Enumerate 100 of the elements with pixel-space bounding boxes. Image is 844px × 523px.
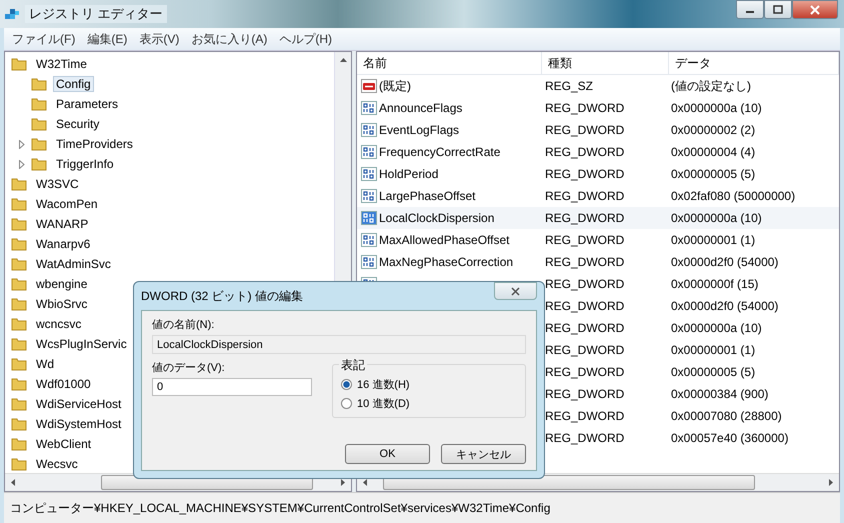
tree-item[interactable]: Wdf01000 bbox=[33, 376, 94, 392]
tree-item[interactable]: WdiServiceHost bbox=[33, 396, 124, 412]
radio-option[interactable]: 10 進数(D) bbox=[341, 396, 517, 411]
field-label: 値の名前(N): bbox=[152, 318, 216, 333]
radio-option[interactable]: 16 進数(H) bbox=[341, 377, 517, 392]
folder-icon bbox=[11, 197, 27, 211]
value-name[interactable]: LocalClockDispersion bbox=[379, 211, 494, 225]
maximize-button[interactable] bbox=[764, 0, 792, 19]
value-name[interactable]: MaxAllowedPhaseOffset bbox=[379, 233, 510, 247]
scroll-left-icon bbox=[363, 479, 367, 486]
value-name[interactable]: HoldPeriod bbox=[379, 167, 438, 181]
scroll-right-icon bbox=[829, 479, 833, 486]
value-type: REG_DWORD bbox=[544, 145, 626, 159]
expand-arrow-icon[interactable] bbox=[19, 140, 25, 148]
tree-item[interactable]: TimeProviders bbox=[53, 136, 136, 152]
value-type: REG_DWORD bbox=[544, 233, 626, 247]
value-type: REG_DWORD bbox=[544, 409, 626, 423]
folder-icon bbox=[31, 97, 47, 111]
tree-item[interactable]: WANARP bbox=[33, 216, 92, 232]
value-name[interactable]: MaxNegPhaseCorrection bbox=[379, 255, 514, 269]
value-name[interactable]: FrequencyCorrectRate bbox=[379, 145, 500, 159]
menu-item[interactable]: お気に入り(A) bbox=[191, 30, 268, 48]
value-type: REG_DWORD bbox=[544, 431, 626, 445]
menu-item[interactable]: ファイル(F) bbox=[12, 30, 76, 48]
value-name[interactable]: LargePhaseOffset bbox=[379, 189, 476, 203]
binary-value-icon bbox=[361, 122, 377, 138]
folder-icon bbox=[11, 377, 27, 391]
value-type: REG_DWORD bbox=[544, 255, 626, 269]
column-header[interactable]: 種類 bbox=[542, 52, 669, 74]
scroll-left-icon bbox=[11, 479, 15, 486]
value-type: REG_SZ bbox=[544, 79, 594, 93]
dialog-button[interactable]: キャンセル bbox=[441, 444, 526, 464]
tree-item[interactable]: W3SVC bbox=[33, 176, 82, 192]
folder-icon bbox=[11, 397, 27, 411]
value-row[interactable]: MaxAllowedPhaseOffset REG_DWORD 0x00000001 (1) bbox=[357, 229, 839, 251]
value-data: 0x00000004 (4) bbox=[670, 145, 756, 159]
value-row[interactable]: LocalClockDispersion REG_DWORD 0x0000000a (10) bbox=[357, 207, 839, 229]
group-label: 表記 bbox=[339, 357, 367, 374]
binary-value-icon bbox=[361, 254, 377, 270]
menu-item[interactable]: 編集(E) bbox=[87, 30, 128, 48]
close-button[interactable] bbox=[792, 0, 838, 19]
folder-icon bbox=[11, 437, 27, 451]
value-row[interactable]: HoldPeriod REG_DWORD 0x00000005 (5) bbox=[357, 163, 839, 185]
dialog-close-button[interactable] bbox=[494, 282, 537, 300]
tree-item[interactable]: WbioSrvc bbox=[33, 296, 90, 312]
binary-value-icon bbox=[361, 144, 377, 160]
value-type: REG_DWORD bbox=[544, 277, 626, 291]
value-name[interactable]: EventLogFlags bbox=[379, 123, 460, 137]
value-row[interactable]: AnnounceFlags REG_DWORD 0x0000000a (10) bbox=[357, 97, 839, 119]
value-data: 0x00057e40 (360000) bbox=[670, 431, 790, 445]
column-header[interactable]: データ bbox=[669, 52, 839, 74]
tree-item[interactable]: WcsPlugInServic bbox=[33, 336, 130, 352]
binary-value-icon bbox=[361, 100, 377, 116]
value-type: REG_DWORD bbox=[544, 189, 626, 203]
tree-item[interactable]: Wecsvc bbox=[33, 456, 81, 472]
tree-item[interactable]: Security bbox=[53, 116, 102, 132]
minimize-button[interactable] bbox=[736, 0, 764, 19]
menu-item[interactable]: ヘルプ(H) bbox=[279, 30, 332, 48]
tree-item[interactable]: wcncsvc bbox=[33, 316, 84, 332]
folder-icon bbox=[11, 177, 27, 191]
field-label: 値のデータ(V): bbox=[152, 361, 226, 376]
expand-arrow-icon[interactable] bbox=[19, 160, 25, 168]
tree-item[interactable]: Wanarpv6 bbox=[33, 236, 94, 252]
value-row[interactable]: MaxNegPhaseCorrection REG_DWORD 0x0000d2f0 (54000) bbox=[357, 251, 839, 273]
value-name[interactable]: AnnounceFlags bbox=[379, 101, 462, 115]
tree-item[interactable]: WacomPen bbox=[33, 196, 101, 212]
dialog-button[interactable]: OK bbox=[345, 444, 430, 464]
menu-item[interactable]: 表示(V) bbox=[139, 30, 180, 48]
tree-item[interactable]: W32Time bbox=[33, 56, 90, 72]
tree-item[interactable]: wbengine bbox=[33, 276, 90, 292]
tree-item[interactable]: TriggerInfo bbox=[53, 156, 117, 172]
folder-icon bbox=[11, 277, 27, 291]
value-data: 0x00007080 (28800) bbox=[670, 409, 783, 423]
value-name-field[interactable]: LocalClockDispersion bbox=[152, 335, 526, 354]
value-name[interactable]: (既定) bbox=[379, 78, 411, 94]
tree-item[interactable]: WdiSystemHost bbox=[33, 416, 124, 432]
value-row[interactable]: FrequencyCorrectRate REG_DWORD 0x00000004 (4) bbox=[357, 141, 839, 163]
value-data: 0x00000005 (5) bbox=[670, 365, 756, 379]
folder-icon bbox=[11, 217, 27, 231]
value-data-field[interactable]: 0 bbox=[152, 378, 312, 396]
value-data: 0x0000d2f0 (54000) bbox=[670, 255, 780, 269]
value-type: REG_DWORD bbox=[544, 365, 626, 379]
folder-icon bbox=[31, 77, 47, 91]
tree-item[interactable]: Config bbox=[53, 76, 94, 92]
tree-item[interactable]: WatAdminSvc bbox=[33, 256, 114, 272]
column-header[interactable]: 名前 bbox=[357, 52, 542, 74]
value-type: REG_DWORD bbox=[544, 167, 626, 181]
tree-item[interactable]: Wd bbox=[33, 356, 57, 372]
value-type: REG_DWORD bbox=[544, 387, 626, 401]
tree-item[interactable]: WebClient bbox=[33, 436, 94, 452]
value-data: 0x00000001 (1) bbox=[670, 343, 756, 357]
folder-icon bbox=[11, 337, 27, 351]
value-row[interactable]: (既定) REG_SZ (値の設定なし) bbox=[357, 75, 839, 97]
value-data: 0x0000000f (15) bbox=[670, 277, 760, 291]
value-row[interactable]: LargePhaseOffset REG_DWORD 0x02faf080 (50000000) bbox=[357, 185, 839, 207]
value-row[interactable]: EventLogFlags REG_DWORD 0x00000002 (2) bbox=[357, 119, 839, 141]
close-icon bbox=[810, 4, 820, 14]
folder-icon bbox=[11, 257, 27, 271]
value-data: 0x00000384 (900) bbox=[670, 387, 770, 401]
tree-item[interactable]: Parameters bbox=[53, 96, 122, 112]
